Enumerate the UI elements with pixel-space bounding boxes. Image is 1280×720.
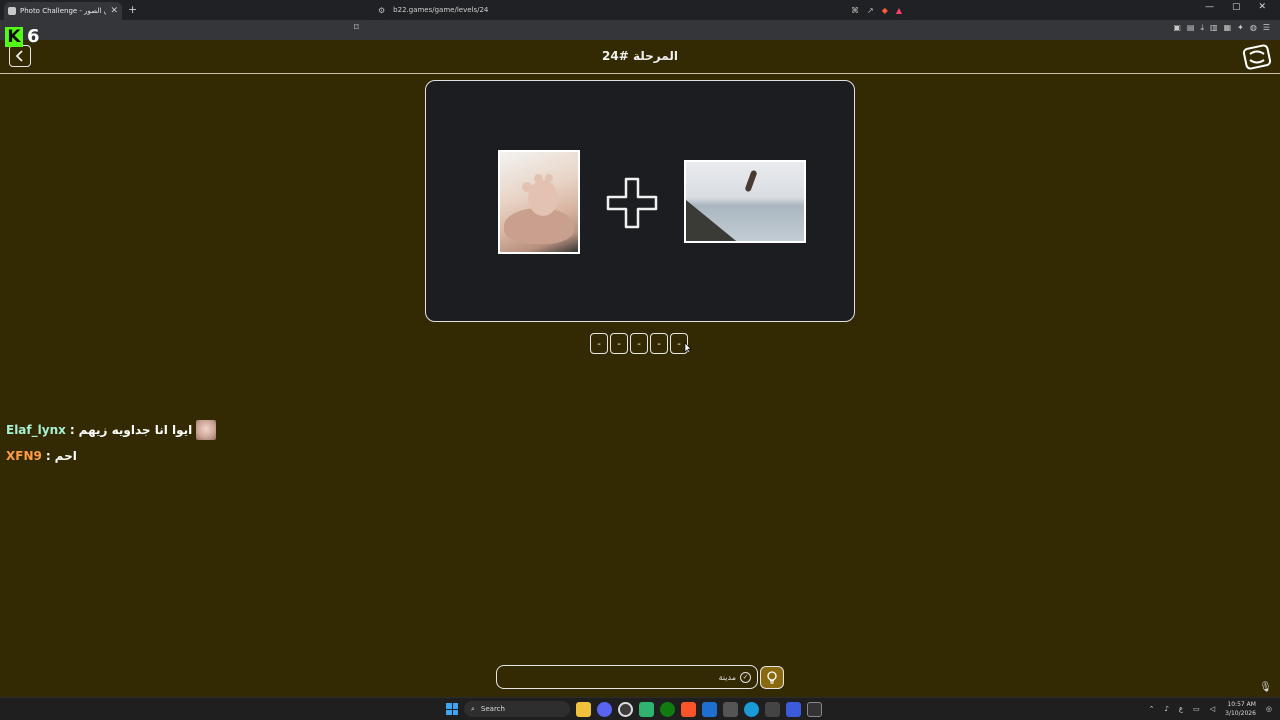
microphone-icon[interactable]: 🎙 bbox=[1259, 682, 1272, 693]
toe-shape bbox=[528, 180, 558, 216]
chat-message: XFN9 : احم bbox=[6, 446, 266, 466]
leo-icon[interactable]: ✦ bbox=[1237, 23, 1244, 33]
bookmark-icon[interactable]: ⌑ bbox=[354, 23, 359, 33]
browser-tab[interactable]: Photo Challenge - تحدي الصور ✕ bbox=[4, 2, 122, 20]
clock[interactable]: 10:57 AM 3/10/2026 bbox=[1225, 700, 1256, 718]
shield-icon[interactable]: ◆ bbox=[882, 6, 888, 15]
new-tab-button[interactable]: + bbox=[128, 3, 137, 16]
chevron-up-icon[interactable]: ⌃ bbox=[1149, 705, 1155, 713]
xbox-icon[interactable] bbox=[660, 701, 675, 717]
mouse-cursor-icon bbox=[684, 342, 692, 354]
lightbulb-icon bbox=[767, 670, 777, 684]
blue-app-icon[interactable] bbox=[786, 701, 801, 717]
edge-icon[interactable] bbox=[744, 701, 759, 717]
chat-text: ايوا انا جداويه زيهم bbox=[78, 423, 193, 437]
level-title: المرحلة #24 bbox=[602, 49, 678, 63]
vpn-icon[interactable]: ◍ bbox=[1250, 23, 1257, 33]
chat-emote-avatar bbox=[196, 420, 217, 440]
app-green-icon[interactable] bbox=[639, 701, 654, 717]
wallet-icon[interactable]: ▦ bbox=[1224, 23, 1232, 33]
close-window-button[interactable]: ✕ bbox=[1258, 2, 1266, 12]
puzzle-card bbox=[425, 80, 855, 322]
url-text[interactable]: b22.games/game/levels/24 bbox=[393, 6, 843, 14]
letter-slot[interactable]: - bbox=[630, 333, 648, 354]
chat-message: Elaf_lynx : ايوا انا جداويه زيهم bbox=[6, 420, 266, 440]
chat-text: احم bbox=[54, 449, 77, 463]
submit-check-icon[interactable]: ✓ bbox=[740, 671, 751, 683]
notes-app-icon[interactable] bbox=[765, 701, 780, 717]
notification-icon[interactable]: ◎ bbox=[1266, 705, 1272, 713]
windows-taskbar: ⌕ Search ⌃ ♪ ع ▭ ◁ 10:57 AM 3/10/2026 ◎ bbox=[0, 697, 1280, 720]
answer-input[interactable]: مدينة ✓ bbox=[496, 665, 758, 689]
extensions-icon[interactable]: ▣ bbox=[1173, 23, 1181, 33]
mic-tray-icon[interactable]: ♪ bbox=[1164, 705, 1168, 713]
address-bar[interactable]: ⚙ b22.games/game/levels/24 ⌘ ↗ ◆ ▲ bbox=[370, 3, 910, 17]
kick-viewer-badge: K 6 bbox=[5, 26, 40, 47]
download-icon[interactable]: ⤓ bbox=[1200, 23, 1204, 33]
search-label: Search bbox=[480, 705, 505, 713]
terminal-icon[interactable] bbox=[807, 701, 822, 717]
translate-icon[interactable]: ⌘ bbox=[851, 6, 859, 15]
toolbar-actions: ▣ ▤ ⤓ ▥ ▦ ✦ ◍ ☰ bbox=[1173, 23, 1270, 33]
game-logo-icon[interactable] bbox=[1242, 44, 1272, 70]
answer-placeholder: مدينة bbox=[718, 672, 736, 682]
answer-slots: - - - - - bbox=[590, 333, 688, 354]
taskbar-search[interactable]: ⌕ Search bbox=[464, 701, 570, 717]
menu-icon[interactable]: ☰ bbox=[1263, 23, 1270, 33]
minimize-button[interactable]: — bbox=[1205, 2, 1214, 12]
sidebar-icon[interactable]: ▤ bbox=[1187, 23, 1195, 33]
viewer-count: 6 bbox=[27, 26, 40, 47]
letter-slot[interactable]: - bbox=[650, 333, 668, 354]
search-icon: ⌕ bbox=[471, 704, 475, 713]
language-indicator[interactable]: ع bbox=[1179, 705, 1183, 713]
brave-icon[interactable] bbox=[681, 701, 696, 717]
pier-shape bbox=[686, 200, 741, 241]
pier-jump-photo bbox=[684, 160, 806, 243]
toe-shape bbox=[534, 174, 543, 183]
tab-close-icon[interactable]: ✕ bbox=[110, 6, 118, 16]
clock-time: 10:57 AM bbox=[1227, 701, 1256, 708]
tab-title: Photo Challenge - تحدي الصور bbox=[20, 7, 107, 15]
volume-icon[interactable]: ◁ bbox=[1210, 705, 1215, 713]
window-controls: — ▢ ✕ bbox=[1205, 2, 1266, 12]
file-explorer-icon[interactable] bbox=[576, 701, 591, 717]
plus-icon bbox=[606, 177, 658, 229]
toe-shape bbox=[545, 174, 553, 182]
windows-start-icon[interactable] bbox=[446, 703, 458, 715]
taskbar-apps: ⌕ Search bbox=[446, 701, 822, 717]
system-tray: ⌃ ♪ ع ▭ ◁ 10:57 AM 3/10/2026 ◎ bbox=[1149, 700, 1272, 718]
grid-app-icon[interactable] bbox=[723, 701, 738, 717]
panel-icon[interactable]: ▥ bbox=[1210, 23, 1218, 33]
share-icon[interactable]: ↗ bbox=[867, 6, 874, 15]
rewards-icon[interactable]: ▲ bbox=[896, 6, 902, 15]
chrome-icon[interactable] bbox=[618, 701, 633, 717]
hint-button[interactable] bbox=[760, 666, 784, 689]
letter-slot[interactable]: - bbox=[610, 333, 628, 354]
chevron-left-icon bbox=[15, 50, 23, 62]
chat-separator: : bbox=[69, 423, 75, 437]
tab-favicon-icon bbox=[8, 7, 16, 15]
chat-username: XFN9 bbox=[6, 449, 42, 463]
chat-separator: : bbox=[45, 449, 51, 463]
site-info-icon[interactable]: ⚙ bbox=[378, 6, 385, 15]
discord-icon[interactable] bbox=[597, 701, 612, 717]
clock-date: 3/10/2026 bbox=[1225, 710, 1256, 717]
letter-slot[interactable]: - bbox=[590, 333, 608, 354]
maximize-button[interactable]: ▢ bbox=[1232, 2, 1241, 12]
chat-overlay: Elaf_lynx : ايوا انا جداويه زيهم XFN9 : … bbox=[6, 420, 266, 472]
kick-logo-icon: K bbox=[5, 26, 23, 47]
shield-app-icon[interactable] bbox=[702, 701, 717, 717]
back-button[interactable] bbox=[9, 45, 31, 67]
chat-username: Elaf_lynx bbox=[6, 423, 66, 437]
jumper-figure bbox=[744, 169, 758, 193]
toe-shape bbox=[522, 182, 532, 192]
baby-feet-photo bbox=[498, 150, 580, 254]
network-icon[interactable]: ▭ bbox=[1193, 705, 1200, 713]
browser-toolbar bbox=[0, 20, 1280, 40]
